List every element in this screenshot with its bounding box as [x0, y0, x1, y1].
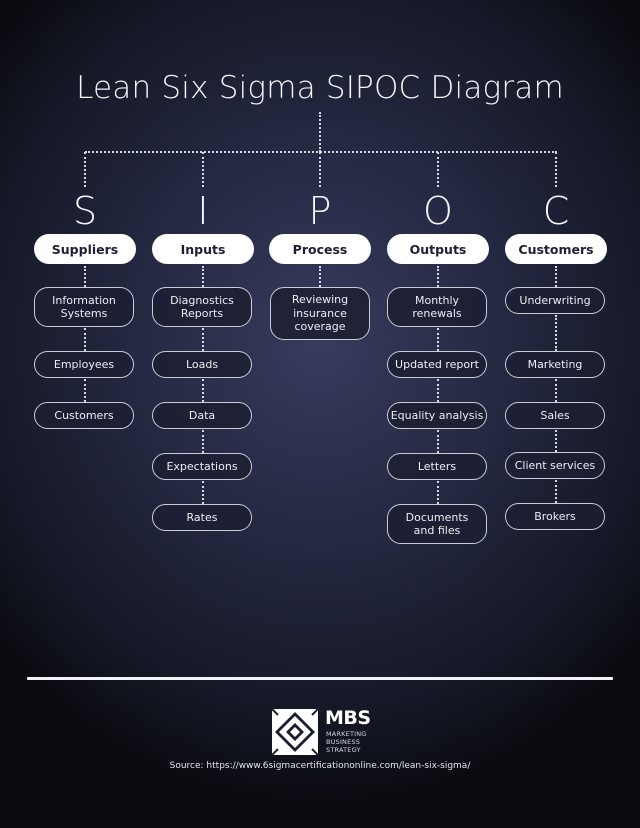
- connector: [437, 430, 439, 453]
- customer-item: Marketing: [505, 351, 605, 378]
- connector: [202, 430, 204, 453]
- branch-connector: [85, 151, 557, 153]
- connector: [202, 328, 204, 351]
- column-header-inputs: Inputs: [152, 234, 254, 264]
- branch-s-connector: [84, 152, 86, 187]
- customer-item: Client services: [505, 452, 605, 479]
- connector: [555, 430, 557, 452]
- connector: [84, 328, 86, 351]
- supplier-item: Information Systems: [34, 287, 134, 327]
- process-item: Reviewing insurance coverage: [270, 287, 370, 340]
- branch-o-connector: [437, 152, 439, 187]
- connector: [555, 266, 557, 287]
- output-item: Equality analysis: [387, 402, 487, 429]
- input-item: Expectations: [152, 453, 252, 480]
- column-header-suppliers: Suppliers: [34, 234, 136, 264]
- sipoc-letter-i: I: [197, 189, 209, 233]
- connector: [437, 481, 439, 504]
- customer-item: Brokers: [505, 503, 605, 530]
- connector: [202, 266, 204, 287]
- connector: [202, 379, 204, 402]
- input-item: Diagnostics Reports: [152, 287, 252, 327]
- brand-tagline-line: STRATEGY: [326, 746, 361, 754]
- sipoc-letter-p: P: [308, 189, 332, 233]
- mbs-diamond-logo-icon: [272, 709, 318, 755]
- output-item: Documents and files: [387, 504, 487, 544]
- sipoc-letter-c: C: [542, 189, 570, 233]
- customer-item: Sales: [505, 402, 605, 429]
- connector: [555, 480, 557, 503]
- input-item: Loads: [152, 351, 252, 378]
- brand-name: MBS: [325, 707, 371, 729]
- branch-c-connector: [555, 152, 557, 187]
- connector: [437, 328, 439, 351]
- supplier-item: Employees: [34, 351, 134, 378]
- column-header-customers: Customers: [505, 234, 607, 264]
- connector: [319, 266, 321, 287]
- column-header-process: Process: [269, 234, 371, 264]
- output-item: Monthly renewals: [387, 287, 487, 327]
- output-item: Letters: [387, 453, 487, 480]
- connector: [437, 379, 439, 402]
- footer-divider: [27, 677, 613, 680]
- supplier-item: Customers: [34, 402, 134, 429]
- source-citation: Source: https://www.6sigmacertificationo…: [169, 761, 471, 771]
- connector: [555, 379, 557, 402]
- output-item: Updated report: [387, 351, 487, 378]
- connector: [555, 315, 557, 351]
- input-item: Rates: [152, 504, 252, 531]
- branch-i-connector: [202, 152, 204, 187]
- sipoc-letter-o: O: [423, 189, 453, 233]
- title-connector: [319, 112, 321, 152]
- customer-item: Underwriting: [505, 287, 605, 314]
- column-header-outputs: Outputs: [387, 234, 489, 264]
- input-item: Data: [152, 402, 252, 429]
- sipoc-letter-s: S: [72, 189, 98, 233]
- branch-p-connector: [319, 152, 321, 187]
- connector: [84, 379, 86, 402]
- connector: [202, 481, 204, 504]
- connector: [84, 266, 86, 287]
- connector: [437, 266, 439, 287]
- page-title: Lean Six Sigma SIPOC Diagram: [76, 70, 564, 106]
